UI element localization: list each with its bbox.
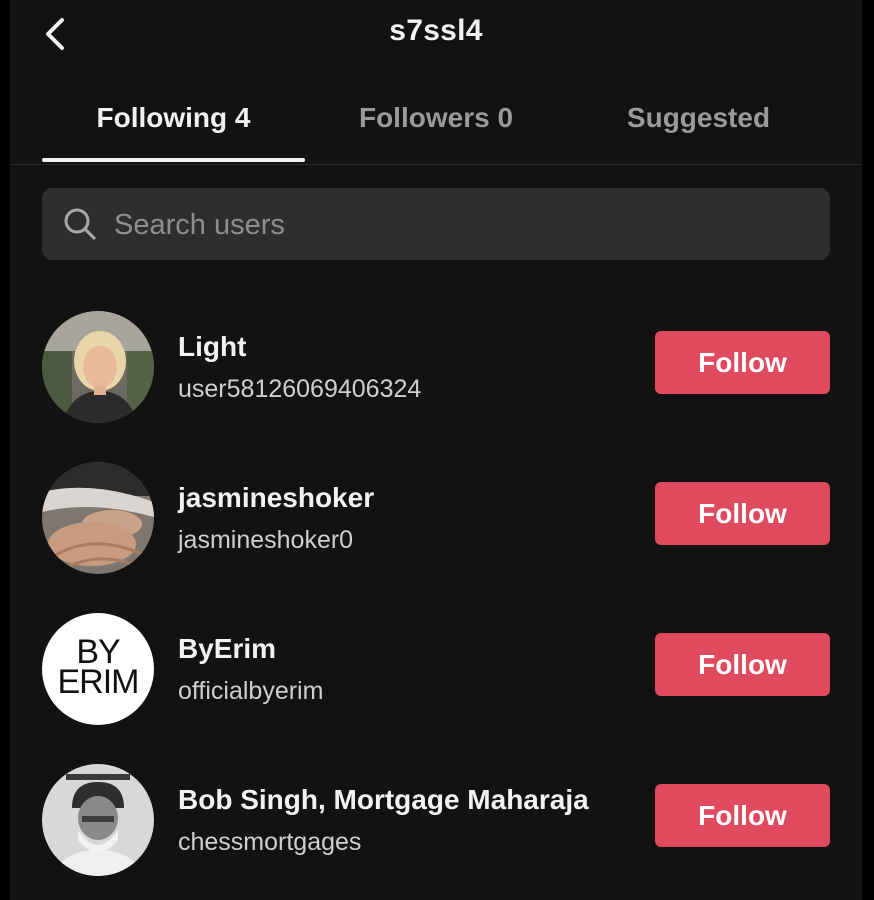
list-item[interactable]: jasmineshoker jasmineshoker0 Follow [10, 462, 862, 582]
list-item[interactable]: BY ERIM ByErim officialbyerim Follow [10, 613, 862, 733]
follow-button[interactable]: Follow [655, 784, 830, 847]
man-portrait-image [42, 764, 154, 876]
user-handle: officialbyerim [178, 677, 324, 705]
tab-following[interactable]: Following 4 [42, 102, 305, 134]
byerim-logo: BY ERIM [42, 635, 154, 701]
avatar[interactable] [42, 764, 154, 876]
user-display-name[interactable]: ByErim [178, 633, 276, 665]
follow-button[interactable]: Follow [655, 331, 830, 394]
tab-suggested[interactable]: Suggested [567, 102, 830, 134]
following-screen: s7ssl4 Following 4 Followers 0 Suggested [10, 0, 862, 900]
active-tab-indicator [42, 158, 305, 162]
page-title: s7ssl4 [389, 14, 483, 47]
user-display-name[interactable]: jasmineshoker [178, 482, 374, 514]
user-display-name[interactable]: Bob Singh, Mortgage Maharaja [178, 784, 589, 816]
avatar[interactable]: BY ERIM [42, 613, 154, 725]
search-bar[interactable] [42, 188, 830, 260]
user-handle: jasmineshoker0 [178, 526, 354, 554]
avatar[interactable] [42, 462, 154, 574]
user-handle: user58126069406324 [178, 375, 422, 403]
search-input[interactable] [112, 202, 806, 248]
follow-button[interactable]: Follow [655, 633, 830, 696]
follow-button[interactable]: Follow [655, 482, 830, 545]
user-display-name[interactable]: Light [178, 331, 246, 363]
user-handle: chessmortgages [178, 828, 362, 856]
header: s7ssl4 [10, 0, 862, 70]
woman-portrait-image [42, 311, 154, 423]
hands-image [42, 462, 154, 574]
avatar[interactable] [42, 311, 154, 423]
list-item[interactable]: Light user58126069406324 Follow [10, 311, 862, 431]
logo-text-erim: ERIM [57, 663, 140, 701]
tab-followers[interactable]: Followers 0 [310, 102, 562, 134]
search-icon [64, 208, 96, 240]
list-item[interactable]: Bob Singh, Mortgage Maharaja chessmortga… [10, 764, 862, 884]
tab-bar: Following 4 Followers 0 Suggested [10, 88, 862, 165]
